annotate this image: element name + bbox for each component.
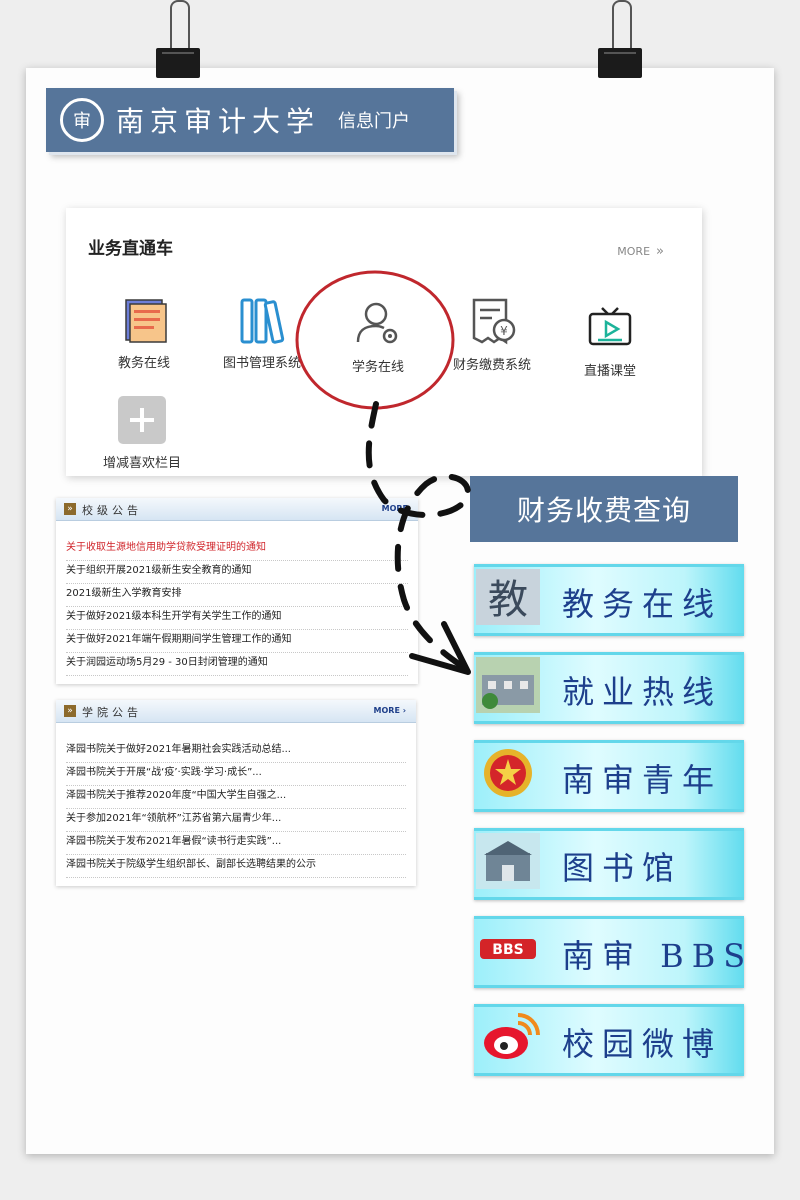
notice-title: 学院公告	[82, 706, 142, 719]
notice-header: » 校级公告 MORE	[56, 498, 418, 521]
svg-text:教: 教	[488, 577, 528, 623]
more-link[interactable]: MORE »	[617, 244, 664, 259]
express-panel: 业务直通车 MORE » 教务在线 图书管理系统 学务在线 ¥ 财务缴费系统 直播…	[66, 208, 702, 476]
tile-label: 图书管理系统	[222, 356, 301, 371]
plus-icon	[118, 396, 166, 444]
notice-item[interactable]: 泽园书院关于发布2021年暑假“读书行走实践”...	[66, 832, 406, 855]
quick-link-youth[interactable]: 南审青年	[474, 740, 744, 812]
user-gear-icon	[356, 302, 398, 344]
svg-text:BBS: BBS	[492, 942, 523, 958]
more-label: MORE	[617, 245, 651, 258]
notice-item[interactable]: 泽园书院关于院级学生组织部长、副部长选聘结果的公示	[66, 855, 406, 878]
notice-item[interactable]: 关于做好2021级本科生开学有关学生工作的通知	[66, 607, 408, 630]
college-notice-panel: » 学院公告 MORE › 泽园书院关于做好2021年暑期社会实践活动总结...…	[56, 700, 416, 886]
portal-header: 审 南京审计大学 信息门户	[46, 88, 454, 152]
notice-item[interactable]: 关于组织开展2021级新生安全教育的通知	[66, 561, 408, 584]
youth-league-badge-icon	[484, 749, 532, 797]
quick-link-bbs[interactable]: BBS 南审 BBS	[474, 916, 745, 988]
double-chevron-icon: »	[64, 705, 76, 717]
double-chevron-icon: »	[64, 503, 76, 515]
notice-item[interactable]: 关于收取生源地信用助学贷款受理证明的通知	[66, 538, 408, 561]
tile-library-system[interactable]: 图书管理系统	[202, 294, 322, 371]
library-building-icon	[476, 833, 540, 889]
tile-label: 学务在线	[351, 360, 404, 375]
double-chevron-icon: »	[656, 244, 664, 259]
tile-student-affairs[interactable]: 学务在线	[318, 298, 438, 375]
tile-customize-columns[interactable]: 增减喜欢栏目	[82, 394, 202, 471]
portal-title: 信息门户	[338, 111, 411, 132]
more-link[interactable]: MORE ›	[374, 706, 406, 715]
weibo-icon	[484, 1013, 540, 1059]
calligraphy-icon: 教	[476, 569, 540, 625]
link-label: 图书馆	[562, 849, 683, 887]
tile-academic-online[interactable]: 教务在线	[84, 294, 204, 371]
link-label: 南审青年	[562, 761, 723, 799]
binder-clip-left	[156, 0, 200, 80]
binder-clip-right	[598, 0, 642, 80]
tile-label: 财务缴费系统	[452, 358, 531, 373]
more-link[interactable]: MORE	[382, 504, 408, 513]
notice-title: 校级公告	[82, 504, 142, 517]
link-label: 就业热线	[562, 673, 723, 711]
notice-item[interactable]: 泽园书院关于开展“战‘疫’·实践·学习·成长”...	[66, 763, 406, 786]
university-seal-icon: 审	[60, 98, 104, 142]
tile-label: 直播课堂	[583, 364, 636, 379]
link-label: 校园微博	[562, 1025, 723, 1063]
campus-building-icon	[476, 657, 540, 713]
notice-item[interactable]: 关于做好2021年端午假期期间学生管理工作的通知	[66, 630, 408, 653]
tile-finance-payment[interactable]: ¥ 财务缴费系统	[432, 296, 552, 373]
book-icon	[125, 299, 167, 343]
books-icon	[240, 298, 285, 344]
tile-label: 教务在线	[117, 356, 170, 371]
link-label: 南审 BBS	[562, 937, 754, 975]
notice-item[interactable]: 关于参加2021年“领航杯”江苏省第六届青少年...	[66, 809, 406, 832]
notice-header: » 学院公告 MORE ›	[56, 700, 416, 723]
notice-item[interactable]: 2021级新生入学教育安排	[66, 584, 408, 607]
finance-query-heading: 财务收费查询	[470, 476, 738, 542]
bbs-logo-icon: BBS	[480, 939, 536, 959]
notice-item[interactable]: 泽园书院关于做好2021年暑期社会实践活动总结...	[66, 740, 406, 763]
notice-item[interactable]: 泽园书院关于推荐2020年度“中国大学生自强之...	[66, 786, 406, 809]
quick-link-weibo[interactable]: 校园微博	[474, 1004, 744, 1076]
quick-link-library[interactable]: 图书馆	[474, 828, 744, 900]
school-notice-panel: » 校级公告 MORE 关于收取生源地信用助学贷款受理证明的通知 关于组织开展2…	[56, 498, 418, 684]
notice-item[interactable]: 关于润园运动场5月29 - 30日封闭管理的通知	[66, 653, 408, 676]
receipt-yen-icon: ¥	[472, 298, 516, 345]
quick-link-academic[interactable]: 教 教务在线	[474, 564, 744, 636]
school-name: 南京审计大学	[116, 105, 321, 138]
tile-label: 增减喜欢栏目	[102, 456, 181, 471]
panel-title: 业务直通车	[88, 239, 173, 259]
quick-link-employment[interactable]: 就业热线	[474, 652, 744, 724]
svg-text:¥: ¥	[500, 324, 508, 338]
tile-live-classroom[interactable]: 直播课堂	[550, 302, 670, 379]
tv-play-icon	[588, 307, 632, 346]
link-label: 教务在线	[562, 585, 723, 623]
